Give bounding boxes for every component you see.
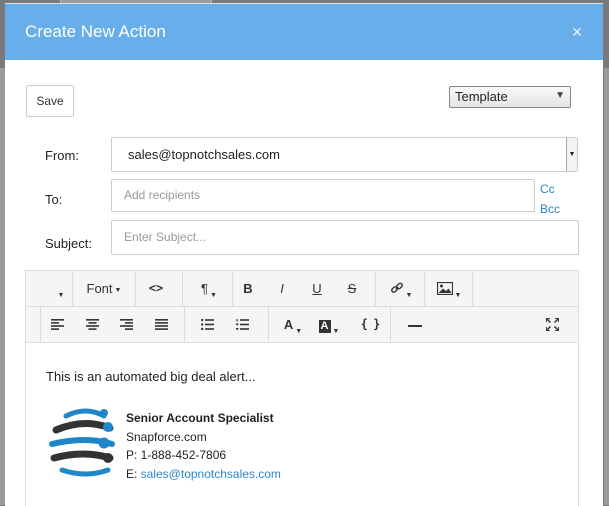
- highlight-icon: A: [318, 320, 331, 333]
- caret-down-icon: ▼: [295, 328, 303, 335]
- from-select[interactable]: sales@topnotchsales.com ▼: [111, 137, 578, 172]
- signature-email-line: E: sales@topnotchsales.com: [126, 465, 281, 484]
- caret-down-icon: ▼: [114, 287, 122, 294]
- image-dropdown[interactable]: ▼: [432, 271, 466, 306]
- modal-title: Create New Action: [25, 22, 166, 41]
- cc-link[interactable]: Cc: [540, 182, 555, 196]
- toolbar-divider: [424, 271, 425, 306]
- toolbar-divider: [182, 271, 183, 306]
- toolbar-divider: [232, 271, 233, 306]
- align-right-icon: [119, 319, 133, 330]
- align-center-icon: [85, 319, 99, 330]
- caret-down-icon: ▼: [454, 292, 462, 299]
- to-input[interactable]: Add recipients: [111, 179, 535, 212]
- caret-down-icon: ▼: [405, 292, 413, 299]
- toolbar-divider: [390, 307, 391, 342]
- font-dropdown-label: Font: [86, 281, 113, 296]
- message-intro: This is an automated big deal alert...: [46, 369, 256, 384]
- template-select[interactable]: Template ▼: [449, 86, 571, 108]
- caret-down-icon: ▼: [210, 292, 217, 299]
- link-icon: [390, 282, 403, 293]
- chevron-down-icon[interactable]: ▼: [566, 138, 577, 171]
- signature-phone: P: 1-888-452-7806: [126, 448, 227, 462]
- align-left-icon: [50, 319, 64, 330]
- italic-button[interactable]: I: [272, 271, 292, 306]
- code-view-button[interactable]: <>: [141, 271, 171, 306]
- align-left-button[interactable]: [48, 307, 66, 342]
- image-icon: [436, 281, 453, 296]
- toolbar-divider: [472, 271, 473, 306]
- horizontal-rule-button[interactable]: [406, 307, 424, 342]
- align-right-button[interactable]: [117, 307, 135, 342]
- from-value: sales@topnotchsales.com: [128, 147, 280, 162]
- toolbar-divider: [135, 271, 136, 306]
- editor-toolbar-row-2: A ▼ A ▼ { }: [26, 307, 578, 343]
- editor-toolbar-row-1: ▼ Font ▼ <> ¶ ▼ B I U S ▼ ▼: [26, 271, 578, 307]
- caret-down-icon: ▼: [57, 292, 65, 299]
- paragraph-dropdown[interactable]: ¶ ▼: [192, 271, 226, 306]
- font-color-icon: A: [283, 317, 294, 332]
- toolbar-divider: [184, 307, 185, 342]
- toolbar-divider: [72, 271, 73, 306]
- strikethrough-button[interactable]: S: [342, 271, 362, 306]
- create-action-modal: Create New Action × Save Template ▼ From…: [5, 3, 603, 506]
- editor-body[interactable]: This is an automated big deal alert... S…: [26, 343, 578, 506]
- fullscreen-icon: [544, 317, 560, 332]
- bold-button[interactable]: B: [238, 271, 258, 306]
- signature-company: Snapforce.com: [126, 429, 207, 444]
- signature-email-prefix: E:: [126, 466, 141, 481]
- template-select-label: Template: [455, 89, 508, 104]
- numbered-list-button[interactable]: [233, 307, 251, 342]
- style-dropdown[interactable]: ▼: [50, 271, 70, 306]
- numbered-list-icon: [235, 319, 249, 330]
- from-label: From:: [45, 148, 79, 163]
- signature-title: Senior Account Specialist: [126, 411, 274, 425]
- save-button[interactable]: Save: [26, 85, 74, 117]
- signature-email-link[interactable]: sales@topnotchsales.com: [141, 467, 281, 481]
- bcc-link[interactable]: Bcc: [540, 202, 560, 216]
- align-center-button[interactable]: [83, 307, 101, 342]
- close-icon[interactable]: ×: [567, 22, 587, 42]
- subject-label: Subject:: [45, 236, 92, 251]
- align-justify-icon: [154, 319, 168, 330]
- modal-header: Create New Action ×: [5, 4, 603, 60]
- snapforce-logo: [49, 408, 115, 477]
- font-color-dropdown[interactable]: A ▼: [280, 307, 306, 342]
- toolbar-divider: [375, 271, 376, 306]
- highlight-dropdown[interactable]: A ▼: [314, 307, 344, 342]
- link-dropdown[interactable]: ▼: [386, 271, 416, 306]
- to-label: To:: [45, 192, 63, 207]
- align-justify-button[interactable]: [152, 307, 170, 342]
- source-code-button[interactable]: { }: [358, 307, 382, 342]
- paragraph-icon: ¶: [201, 281, 209, 296]
- bullet-list-button[interactable]: [198, 307, 216, 342]
- bullet-list-icon: [200, 318, 214, 331]
- font-dropdown[interactable]: Font ▼: [78, 271, 130, 306]
- subject-input[interactable]: Enter Subject...: [111, 220, 579, 255]
- background-page-right: [604, 68, 609, 505]
- rich-text-editor: ▼ Font ▼ <> ¶ ▼ B I U S ▼ ▼ A ▼ A ▼ {} …: [25, 270, 579, 506]
- fullscreen-button[interactable]: [542, 307, 562, 342]
- underline-button[interactable]: U: [307, 271, 327, 306]
- toolbar-divider: [40, 307, 41, 342]
- chevron-down-icon: ▼: [555, 90, 565, 101]
- horizontal-rule-icon: [408, 325, 422, 327]
- caret-down-icon: ▼: [332, 328, 340, 335]
- toolbar-divider: [268, 307, 269, 342]
- email-signature: Senior Account Specialist Snapforce.com …: [126, 409, 281, 483]
